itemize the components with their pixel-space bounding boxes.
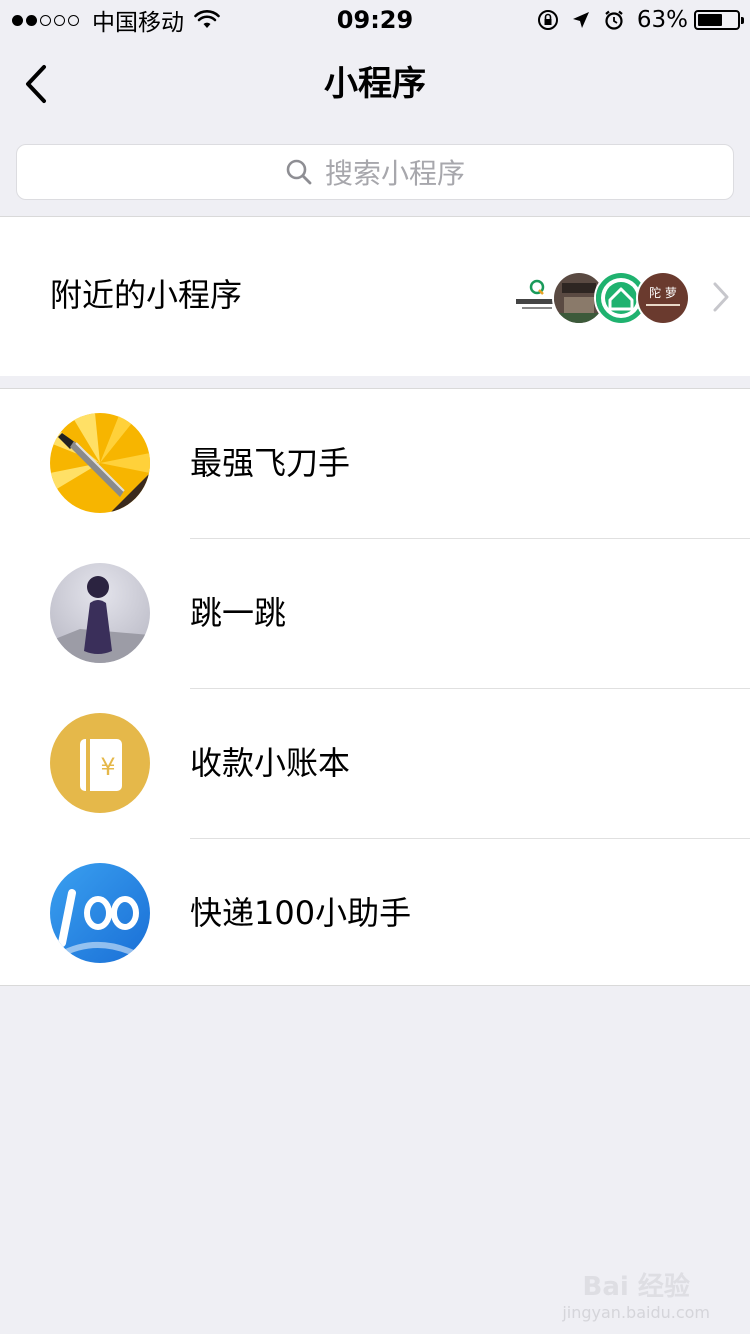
flying-knife-icon — [50, 413, 150, 513]
search-placeholder: 搜索小程序 — [324, 157, 465, 190]
watermark-main: Bai 经验 — [582, 1272, 690, 1302]
orientation-lock-icon — [537, 10, 558, 30]
battery-percent: 63% — [636, 7, 688, 33]
list-item-name: 最强飞刀手 — [190, 444, 351, 482]
status-bar: 中国移动 09:29 63% — [0, 0, 750, 40]
list-item-name: 收款小账本 — [190, 744, 351, 782]
mini-program-list: 最强飞刀手 跳一跳 ¥ 收款小账本 快递100小助手 — [0, 388, 750, 986]
watermark-sub: jingyan.baidu.com — [562, 1303, 710, 1322]
list-item[interactable]: 快递100小助手 — [0, 839, 750, 989]
nav-bar: 小程序 — [0, 40, 750, 128]
ledger-yuan-icon: ¥ — [50, 713, 150, 813]
list-item-name: 快递100小助手 — [190, 894, 412, 932]
jump-piece-icon — [50, 563, 150, 663]
search-icon — [286, 159, 312, 185]
chevron-right-icon — [713, 282, 729, 312]
page-title: 小程序 — [324, 64, 426, 104]
list-item-name: 跳一跳 — [190, 594, 287, 632]
kuaidi100-icon — [50, 863, 150, 963]
list-item[interactable]: ¥ 收款小账本 — [0, 689, 750, 839]
nearby-mini-programs[interactable]: 附近的小程序 陀 萝 — [0, 216, 750, 376]
alarm-icon — [605, 10, 623, 30]
nearby-thumbnails: 陀 萝 — [510, 271, 690, 325]
nearby-thumb-brown-logo: 陀 萝 — [636, 271, 690, 325]
nearby-thumb-text: 陀 萝 — [649, 285, 677, 300]
baidu-jingyan-watermark: Bai 经验 jingyan.baidu.com — [562, 1266, 710, 1322]
list-item[interactable]: 最强飞刀手 — [0, 389, 750, 539]
nearby-label: 附近的小程序 — [50, 276, 243, 314]
search-input[interactable]: 搜索小程序 — [16, 144, 734, 200]
svg-text:¥: ¥ — [100, 753, 115, 781]
battery-icon — [694, 10, 744, 30]
battery-fill — [698, 14, 722, 26]
list-item[interactable]: 跳一跳 — [0, 539, 750, 689]
location-arrow-icon — [572, 12, 589, 28]
status-right: 63% — [537, 6, 744, 34]
